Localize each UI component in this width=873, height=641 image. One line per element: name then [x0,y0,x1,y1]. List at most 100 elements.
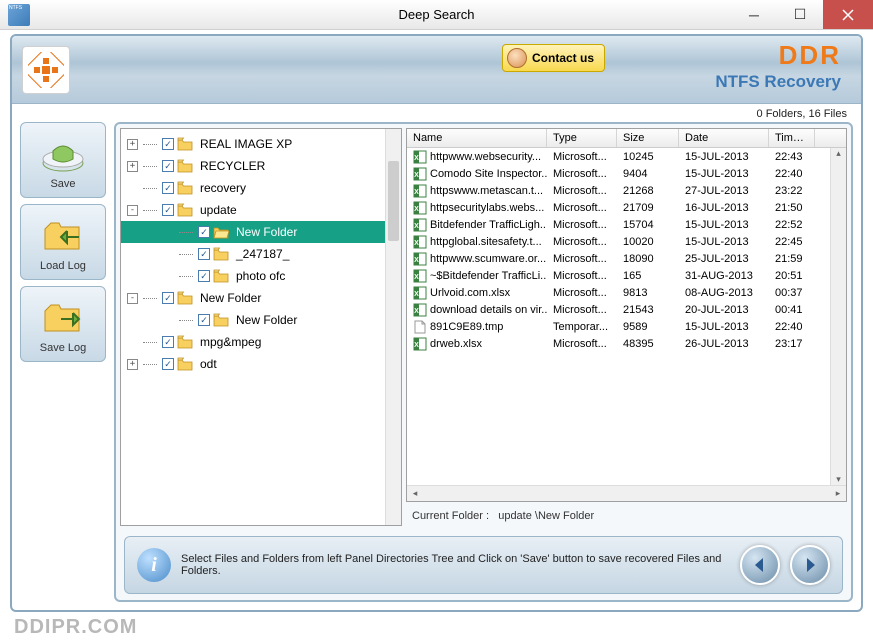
tree-label: recovery [196,180,250,196]
folder-icon [213,247,229,261]
svg-text:X: X [414,206,419,213]
tree-item[interactable]: ✓ recovery [121,177,401,199]
folder-icon [213,269,229,283]
work-area: +✓REAL IMAGE XP+✓RECYCLER✓recovery-✓upda… [114,122,853,602]
folder-icon [177,291,193,305]
file-row[interactable]: Xdrweb.xlsxMicrosoft...4839526-JUL-20132… [407,335,846,352]
banner: Contact us DDR NTFS Recovery [12,36,861,104]
checkbox[interactable]: ✓ [198,314,210,326]
expander-icon[interactable]: + [127,139,138,150]
load-log-button[interactable]: Load Log [20,204,106,280]
app-frame: Contact us DDR NTFS Recovery 0 Folders, … [10,34,863,612]
checkbox[interactable]: ✓ [162,160,174,172]
current-folder: Current Folder : update \New Folder [406,502,847,526]
checkbox[interactable]: ✓ [162,358,174,370]
footer-text: Select Files and Folders from left Panel… [181,553,730,577]
col-type[interactable]: Type [547,129,617,147]
folder-icon [177,159,193,173]
col-date[interactable]: Date [679,129,769,147]
checkbox[interactable]: ✓ [162,336,174,348]
file-v-scrollbar[interactable]: ▴▾ [830,148,846,485]
svg-text:X: X [414,274,419,281]
contact-avatar-icon [507,48,527,68]
tree-item[interactable]: - ✓ update [121,199,401,221]
watermark: DDIPR.COM [14,616,137,639]
file-row[interactable]: Xhttpglobal.sitesafety.t...Microsoft...1… [407,233,846,250]
tree-label: REAL IMAGE XP [196,136,296,152]
info-icon: i [137,548,171,582]
file-header[interactable]: Name Type Size Date Time ▲ [407,129,846,148]
tree-item[interactable]: ✓New Folder [121,221,401,243]
folder-icon [177,357,193,371]
folder-icon [177,203,193,217]
brand-logo: DDR [779,40,841,71]
folder-icon [177,181,193,195]
folder-icon [213,225,229,239]
file-row[interactable]: Xhttpswww.metascan.t...Microsoft...21268… [407,182,846,199]
svg-text:X: X [414,308,419,315]
save-icon [39,131,87,175]
nav-forward-button[interactable] [790,545,830,585]
checkbox[interactable]: ✓ [162,138,174,150]
tree-label: photo ofc [232,268,289,284]
file-row[interactable]: XComodo Site Inspector...Microsoft...940… [407,165,846,182]
folder-icon [213,313,229,327]
file-row[interactable]: Xdownload details on vir...Microsoft...2… [407,301,846,318]
contact-us-button[interactable]: Contact us [502,44,605,72]
tree-item[interactable]: ✓ photo ofc [121,265,401,287]
file-row[interactable]: XBitdefender TrafficLigh...Microsoft...1… [407,216,846,233]
window-title: Deep Search [0,7,873,22]
col-size[interactable]: Size [617,129,679,147]
save-button[interactable]: Save [20,122,106,198]
col-name[interactable]: Name [407,129,547,147]
tree-item[interactable]: ✓ mpg&mpeg [121,331,401,353]
file-row[interactable]: Xhttpwww.websecurity...Microsoft...10245… [407,148,846,165]
folder-icon [177,335,193,349]
folder-icon [177,137,193,151]
tree-label: odt [196,356,221,372]
checkbox[interactable]: ✓ [198,248,210,260]
checkbox[interactable]: ✓ [198,226,210,238]
file-pane[interactable]: Name Type Size Date Time ▲ ▴▾ Xhttpwww.w… [406,128,847,502]
titlebar: Deep Search ─ ☐ [0,0,873,30]
file-h-scrollbar[interactable]: ◂▸ [407,485,846,501]
save-log-button[interactable]: Save Log [20,286,106,362]
tree-label: update [196,202,241,218]
svg-text:X: X [414,342,419,349]
checkbox[interactable]: ✓ [162,182,174,194]
tree-scrollbar[interactable] [385,129,401,525]
nav-back-button[interactable] [740,545,780,585]
svg-text:X: X [414,240,419,247]
file-row[interactable]: Xhttpwww.scumware.or...Microsoft...18090… [407,250,846,267]
tree-item[interactable]: + ✓ REAL IMAGE XP [121,133,401,155]
tree-item[interactable]: ✓_247187_ [121,243,401,265]
load-log-label: Load Log [40,260,86,272]
svg-text:X: X [414,189,419,196]
tree-item[interactable]: - ✓ New Folder [121,287,401,309]
tree-pane[interactable]: +✓REAL IMAGE XP+✓RECYCLER✓recovery-✓upda… [120,128,402,526]
expander-icon[interactable]: - [127,293,138,304]
file-row[interactable]: XUrlvoid.com.xlsxMicrosoft...981308-AUG-… [407,284,846,301]
expander-icon[interactable]: - [127,205,138,216]
tree-item[interactable]: + ✓ odt [121,353,401,375]
col-time[interactable]: Time ▲ [769,129,815,147]
file-row[interactable]: 891C9E89.tmpTemporar...958915-JUL-201322… [407,318,846,335]
tree-item[interactable]: ✓ New Folder [121,309,401,331]
svg-text:X: X [414,291,419,298]
file-row[interactable]: X~$Bitdefender TrafficLi...Microsoft...1… [407,267,846,284]
tree-label: New Folder [232,312,301,328]
tree-label: mpg&mpeg [196,334,265,350]
tree-label: New Folder [196,290,265,306]
file-row[interactable]: Xhttpsecuritylabs.webs...Microsoft...217… [407,199,846,216]
checkbox[interactable]: ✓ [162,292,174,304]
checkbox[interactable]: ✓ [162,204,174,216]
save-label: Save [50,178,75,190]
expander-icon[interactable]: + [127,161,138,172]
status-line: 0 Folders, 16 Files [12,104,861,122]
tree-item[interactable]: +✓RECYCLER [121,155,401,177]
svg-text:X: X [414,223,419,230]
checkbox[interactable]: ✓ [198,270,210,282]
load-log-icon [39,213,87,257]
logo-icon [22,46,70,94]
expander-icon[interactable]: + [127,359,138,370]
